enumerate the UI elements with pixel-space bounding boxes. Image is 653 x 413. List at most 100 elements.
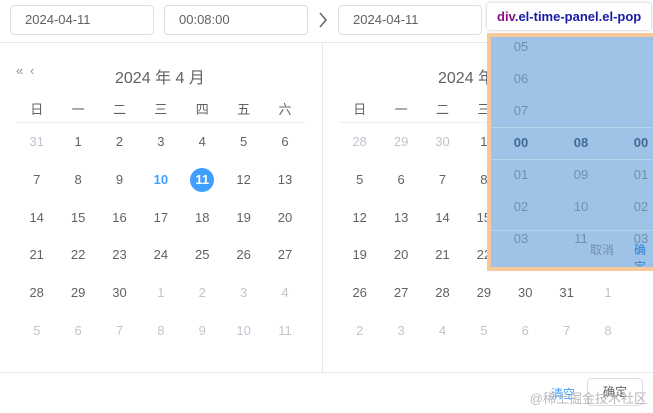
minute-item[interactable]: 09 <box>551 159 611 191</box>
date-cell[interactable]: 21 <box>16 236 57 274</box>
second-item[interactable]: 01 <box>611 159 653 191</box>
date-cell[interactable]: 6 <box>57 311 98 349</box>
date-cell[interactable]: 17 <box>140 198 181 236</box>
hour-item[interactable]: 01 <box>491 159 551 191</box>
minute-item[interactable] <box>551 95 611 127</box>
date-cell[interactable]: 28 <box>339 123 380 161</box>
date-cell[interactable]: 12 <box>223 161 264 199</box>
end-date-input[interactable]: 2024-04-11 <box>338 5 482 35</box>
date-cell[interactable]: 13 <box>380 198 421 236</box>
second-item-selected[interactable]: 00 <box>611 127 653 159</box>
date-cell[interactable]: 4 <box>264 274 305 312</box>
hour-item[interactable]: 07 <box>491 95 551 127</box>
date-cell[interactable]: 5 <box>223 123 264 161</box>
date-cell[interactable]: 29 <box>463 274 504 312</box>
date-cell[interactable]: 7 <box>16 161 57 199</box>
time-confirm-button[interactable]: 确定 <box>634 241 653 267</box>
second-item[interactable] <box>611 63 653 95</box>
date-cell[interactable]: 2 <box>182 274 223 312</box>
date-cell[interactable]: 10 <box>223 311 264 349</box>
date-cell[interactable]: 1 <box>57 123 98 161</box>
weekday-header: 四 <box>181 94 223 123</box>
prev-month-icon[interactable]: ‹ <box>30 63 35 78</box>
seconds-spinner[interactable]: 00 01 02 03 <box>611 37 653 255</box>
date-cell[interactable]: 29 <box>380 123 421 161</box>
date-cell[interactable]: 13 <box>264 161 305 199</box>
date-cell[interactable]: 20 <box>380 236 421 274</box>
date-cell[interactable]: 23 <box>99 236 140 274</box>
date-cell[interactable]: 3 <box>380 311 421 349</box>
date-cell[interactable]: 7 <box>546 311 587 349</box>
left-calendar: 日 一 二 三 四 五 六 31 1 2 3 4 5 6 7 8 9 10 11… <box>16 94 306 349</box>
date-cell[interactable]: 26 <box>223 236 264 274</box>
date-cell[interactable]: 19 <box>339 236 380 274</box>
date-cell[interactable]: 27 <box>380 274 421 312</box>
hours-spinner[interactable]: 05 06 07 00 01 02 03 <box>491 37 551 255</box>
minute-item[interactable] <box>551 63 611 95</box>
date-cell[interactable]: 30 <box>505 274 546 312</box>
start-date-input[interactable]: 2024-04-11 <box>10 5 154 35</box>
hour-item[interactable]: 06 <box>491 63 551 95</box>
date-cell[interactable]: 5 <box>339 161 380 199</box>
date-cell[interactable]: 31 <box>546 274 587 312</box>
today-date-cell[interactable]: 10 <box>140 161 181 199</box>
date-cell[interactable]: 25 <box>182 236 223 274</box>
weekday-header: 三 <box>140 94 182 123</box>
date-cell[interactable]: 18 <box>182 198 223 236</box>
date-cell[interactable]: 7 <box>422 161 463 199</box>
date-cell[interactable]: 6 <box>380 161 421 199</box>
date-cell[interactable]: 28 <box>16 274 57 312</box>
date-cell[interactable]: 20 <box>264 198 305 236</box>
date-cell[interactable]: 9 <box>182 311 223 349</box>
date-cell[interactable]: 6 <box>505 311 546 349</box>
date-cell[interactable]: 26 <box>339 274 380 312</box>
date-cell[interactable]: 27 <box>264 236 305 274</box>
minute-item-selected[interactable]: 08 <box>551 127 611 159</box>
date-cell[interactable]: 11 <box>264 311 305 349</box>
date-cell[interactable]: 31 <box>16 123 57 161</box>
minute-item[interactable] <box>551 37 611 63</box>
date-cell[interactable]: 14 <box>16 198 57 236</box>
selected-date[interactable]: 11 <box>190 167 215 192</box>
date-cell[interactable]: 16 <box>99 198 140 236</box>
date-cell[interactable]: 28 <box>422 274 463 312</box>
date-cell[interactable]: 8 <box>57 161 98 199</box>
date-cell[interactable]: 2 <box>339 311 380 349</box>
second-item[interactable] <box>611 95 653 127</box>
date-cell[interactable]: 21 <box>422 236 463 274</box>
date-cell[interactable]: 22 <box>57 236 98 274</box>
date-cell[interactable]: 3 <box>223 274 264 312</box>
date-cell[interactable]: 19 <box>223 198 264 236</box>
date-cell[interactable]: 30 <box>99 274 140 312</box>
date-cell[interactable]: 30 <box>422 123 463 161</box>
date-cell[interactable]: 4 <box>422 311 463 349</box>
date-cell[interactable]: 7 <box>99 311 140 349</box>
date-cell[interactable]: 15 <box>57 198 98 236</box>
date-cell[interactable]: 6 <box>264 123 305 161</box>
second-item[interactable]: 02 <box>611 191 653 223</box>
date-cell[interactable]: 1 <box>587 274 628 312</box>
date-cell[interactable]: 5 <box>463 311 504 349</box>
hour-item[interactable]: 05 <box>491 37 551 63</box>
date-cell[interactable]: 4 <box>182 123 223 161</box>
date-cell[interactable]: 8 <box>587 311 628 349</box>
date-cell[interactable]: 29 <box>57 274 98 312</box>
date-cell[interactable]: 1 <box>140 274 181 312</box>
date-cell[interactable]: 5 <box>16 311 57 349</box>
date-cell[interactable]: 3 <box>140 123 181 161</box>
start-time-input[interactable]: 00:08:00 <box>164 5 308 35</box>
date-cell[interactable]: 24 <box>140 236 181 274</box>
minute-item[interactable]: 10 <box>551 191 611 223</box>
hour-item[interactable]: 02 <box>491 191 551 223</box>
time-cancel-button[interactable]: 取消 <box>590 241 614 258</box>
date-cell[interactable]: 14 <box>422 198 463 236</box>
prev-year-icon[interactable]: « <box>16 63 23 78</box>
hour-item-selected[interactable]: 00 <box>491 127 551 159</box>
date-cell[interactable]: 2 <box>99 123 140 161</box>
date-cell[interactable]: 12 <box>339 198 380 236</box>
selected-date-cell[interactable]: 11 <box>182 161 223 199</box>
second-item[interactable] <box>611 37 653 63</box>
date-cell[interactable]: 9 <box>99 161 140 199</box>
minutes-spinner[interactable]: 08 09 10 11 <box>551 37 611 255</box>
date-cell[interactable]: 8 <box>140 311 181 349</box>
